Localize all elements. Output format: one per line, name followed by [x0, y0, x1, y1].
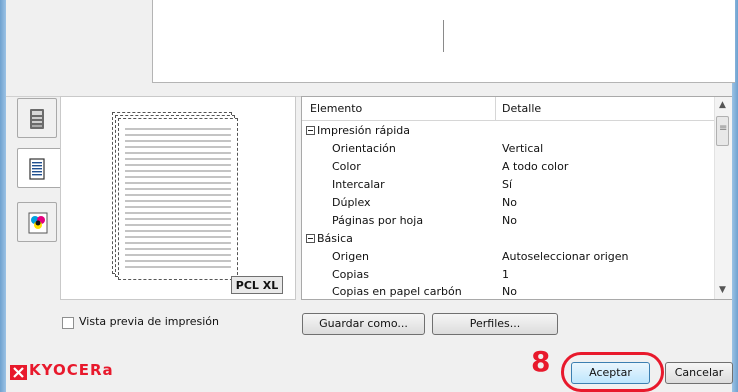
scroll-down-arrow-icon[interactable]: ▼ — [714, 282, 731, 299]
scroll-thumb[interactable] — [716, 116, 729, 146]
preview-lines-graphic — [125, 128, 231, 268]
column-separator[interactable] — [495, 97, 496, 120]
upper-panel-divider — [443, 20, 444, 52]
collapse-box-icon[interactable] — [306, 126, 315, 135]
detail-row-label: Origen — [332, 250, 369, 263]
preview-page-front — [118, 118, 238, 280]
print-preview-checkbox[interactable] — [62, 317, 74, 329]
detail-row-value: Vertical — [502, 142, 544, 155]
window-frame-left — [0, 0, 6, 392]
tab-color[interactable] — [17, 202, 57, 242]
detail-category-row[interactable]: Impresión rápida — [302, 122, 714, 140]
detail-row-label: Orientación — [332, 142, 396, 155]
pdl-badge: PCL XL — [231, 276, 283, 294]
column-header-element[interactable]: Elemento — [310, 97, 362, 120]
scroll-up-arrow-icon[interactable]: ▲ — [714, 97, 731, 114]
ok-button-highlight-annotation — [561, 352, 664, 392]
tab-document[interactable] — [17, 148, 63, 188]
detail-row[interactable]: Color A todo color — [302, 158, 714, 176]
kyocera-logo-text: KYOCERa — [29, 361, 114, 379]
detail-row-label: Copias — [332, 268, 369, 281]
detail-row[interactable]: Dúplex No — [302, 194, 714, 212]
print-settings-dialog: PCL XL Elemento Detalle Impresión rápida… — [0, 0, 738, 392]
save-as-button[interactable]: Guardar como... — [302, 313, 425, 335]
kyocera-logo-mark-icon — [10, 365, 27, 380]
profiles-button[interactable]: Perfiles... — [432, 313, 558, 335]
detail-row-label: Intercalar — [332, 178, 385, 191]
detail-category-row[interactable]: Básica — [302, 230, 714, 248]
step-number-annotation: 8 — [531, 345, 551, 378]
color-balls-icon — [28, 212, 48, 234]
print-preview-label[interactable]: Vista previa de impresión — [79, 315, 219, 328]
detail-row[interactable]: Copias 1 — [302, 266, 714, 284]
detail-row-value: No — [502, 196, 517, 209]
column-header-detail[interactable]: Detalle — [502, 97, 541, 120]
detail-row[interactable]: Origen Autoseleccionar origen — [302, 248, 714, 266]
detail-row-value: Autoseleccionar origen — [502, 250, 629, 263]
detail-row-value: Sí — [502, 178, 513, 191]
category-label: Impresión rápida — [317, 124, 411, 137]
detail-row-value: No — [502, 214, 517, 227]
cancel-button[interactable]: Cancelar — [665, 362, 733, 384]
detail-row-label: Color — [332, 160, 361, 173]
detail-row-value: A todo color — [502, 160, 569, 173]
category-label: Básica — [317, 232, 353, 245]
detail-row[interactable]: Copias en papel carbón No — [302, 283, 714, 298]
detail-list-header: Elemento Detalle — [302, 97, 714, 121]
detail-row-label: Páginas por hoja — [332, 214, 424, 227]
document-icon — [29, 158, 45, 180]
detail-row-label: Copias en papel carbón — [332, 285, 462, 298]
collapse-box-icon[interactable] — [306, 234, 315, 243]
detail-row-value: 1 — [502, 268, 509, 281]
detail-row-value: No — [502, 285, 517, 298]
detail-row[interactable]: Páginas por hoja No — [302, 212, 714, 230]
printer-icon — [30, 109, 44, 129]
tab-device[interactable] — [17, 98, 57, 138]
detail-row[interactable]: Orientación Vertical — [302, 140, 714, 158]
detail-row-label: Dúplex — [332, 196, 371, 209]
detail-row[interactable]: Intercalar Sí — [302, 176, 714, 194]
